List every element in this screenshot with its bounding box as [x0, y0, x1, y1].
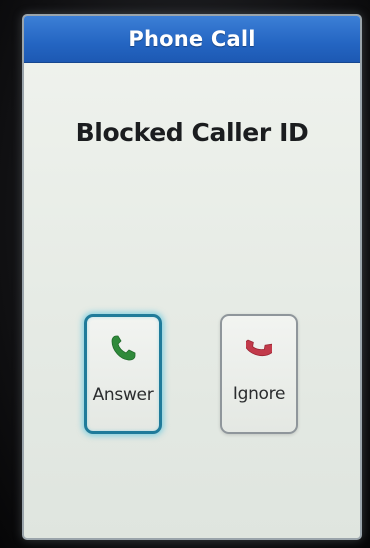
dialog-title: Phone Call: [128, 27, 256, 51]
ignore-button[interactable]: Ignore: [220, 314, 298, 434]
dialog-titlebar: Phone Call: [24, 16, 360, 63]
ignore-label: Ignore: [232, 384, 286, 404]
answer-button[interactable]: Answer: [84, 314, 162, 434]
answer-label: Answer: [92, 385, 154, 405]
phone-hangup-icon: [244, 332, 274, 362]
caller-id-label: Blocked Caller ID: [75, 118, 309, 147]
phone-answer-icon: [108, 333, 138, 363]
device-screen: Phone Call Blocked Caller ID Answer Igno…: [0, 0, 370, 548]
incoming-call-dialog: Phone Call Blocked Caller ID Answer Igno…: [22, 14, 362, 540]
